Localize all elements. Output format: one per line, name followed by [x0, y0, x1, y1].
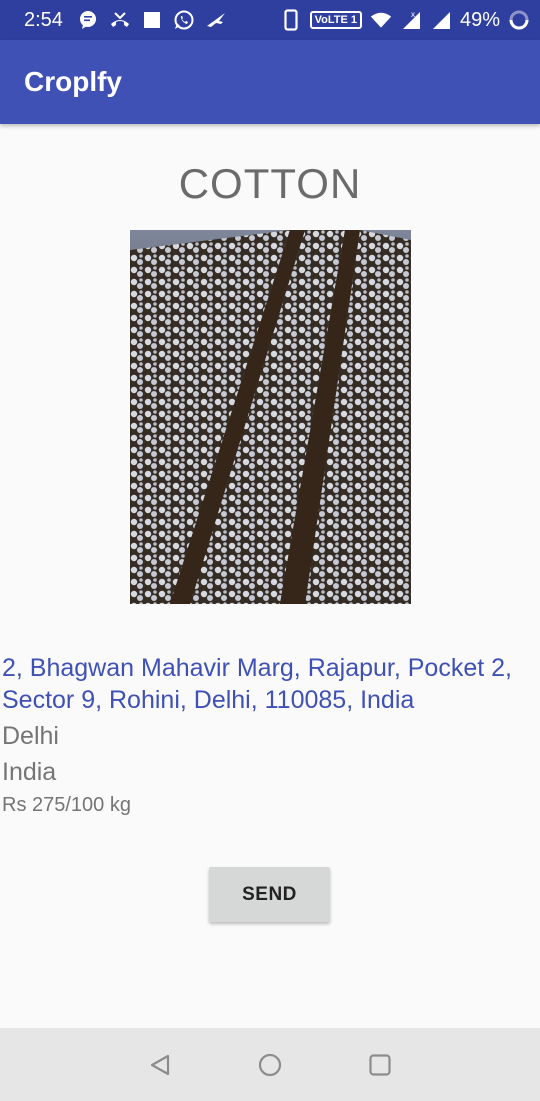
volte-icon: VoLTE 1 [309, 11, 362, 29]
navigation-bar [0, 1028, 540, 1101]
city-text: Delhi [2, 722, 59, 750]
flight-icon [205, 9, 227, 31]
status-time: 2:54 [24, 8, 63, 31]
signal-icon: x [400, 9, 422, 31]
price-text: Rs 275/100 kg [2, 794, 131, 816]
cotton-field-image [130, 230, 411, 604]
crop-name: COTTON [178, 160, 362, 207]
message-icon [77, 9, 99, 31]
status-bar: 2:54 VoLTE 1 x 49% [0, 0, 540, 40]
battery-percent: 49% [459, 8, 500, 31]
missed-call-icon [109, 9, 131, 31]
address-text: 2, Bhagwan Mahavir Marg, Rajapur, Pocket… [2, 654, 512, 714]
app-bar: Croplfy [0, 40, 540, 124]
country-text: India [2, 758, 57, 786]
back-icon[interactable] [146, 1051, 174, 1079]
battery-icon [508, 9, 530, 31]
send-button[interactable]: SEND [209, 867, 330, 922]
home-icon[interactable] [256, 1051, 284, 1079]
app-title: Croplfy [24, 66, 122, 97]
notification-icons [77, 9, 227, 31]
phone-icon [280, 9, 302, 31]
svg-text:x: x [411, 10, 415, 19]
system-icons: VoLTE 1 x 49% [280, 9, 530, 32]
wifi-icon [370, 9, 392, 31]
whatsapp-icon [173, 9, 195, 31]
recents-icon[interactable] [366, 1051, 394, 1079]
signal-icon [430, 9, 452, 31]
square-notification-icon [141, 9, 163, 31]
